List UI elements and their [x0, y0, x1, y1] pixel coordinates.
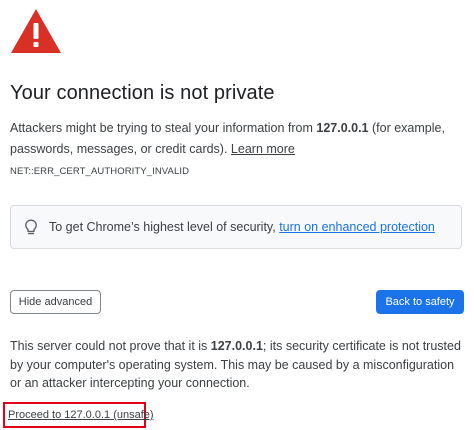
enhanced-protection-text: To get Chrome’s highest level of securit…: [49, 220, 435, 234]
interstitial-page: Your connection is not private Attackers…: [0, 0, 474, 430]
learn-more-link[interactable]: Learn more: [231, 142, 295, 156]
description-host: 127.0.0.1: [316, 121, 369, 135]
error-code: NET::ERR_CERT_AUTHORITY_INVALID: [10, 166, 190, 177]
warning-description: Attackers might be trying to steal your …: [10, 118, 465, 160]
advanced-details: This server could not prove that it is 1…: [10, 337, 465, 393]
proceed-unsafe-link[interactable]: Proceed to 127.0.0.1 (unsafe): [8, 409, 154, 421]
enhanced-protection-label: To get Chrome’s highest level of securit…: [49, 220, 280, 234]
warning-triangle-icon: [11, 9, 61, 53]
back-to-safety-button[interactable]: Back to safety: [376, 290, 464, 314]
description-text-before: Attackers might be trying to steal your …: [10, 121, 317, 135]
enhanced-protection-link[interactable]: turn on enhanced protection: [279, 220, 435, 234]
details-text-before: This server could not prove that it is: [10, 339, 211, 353]
hide-advanced-button[interactable]: Hide advanced: [10, 290, 101, 314]
page-title: Your connection is not private: [10, 82, 275, 104]
lightbulb-icon: [25, 219, 37, 235]
details-host: 127.0.0.1: [210, 339, 263, 353]
enhanced-protection-banner: To get Chrome’s highest level of securit…: [10, 205, 462, 249]
